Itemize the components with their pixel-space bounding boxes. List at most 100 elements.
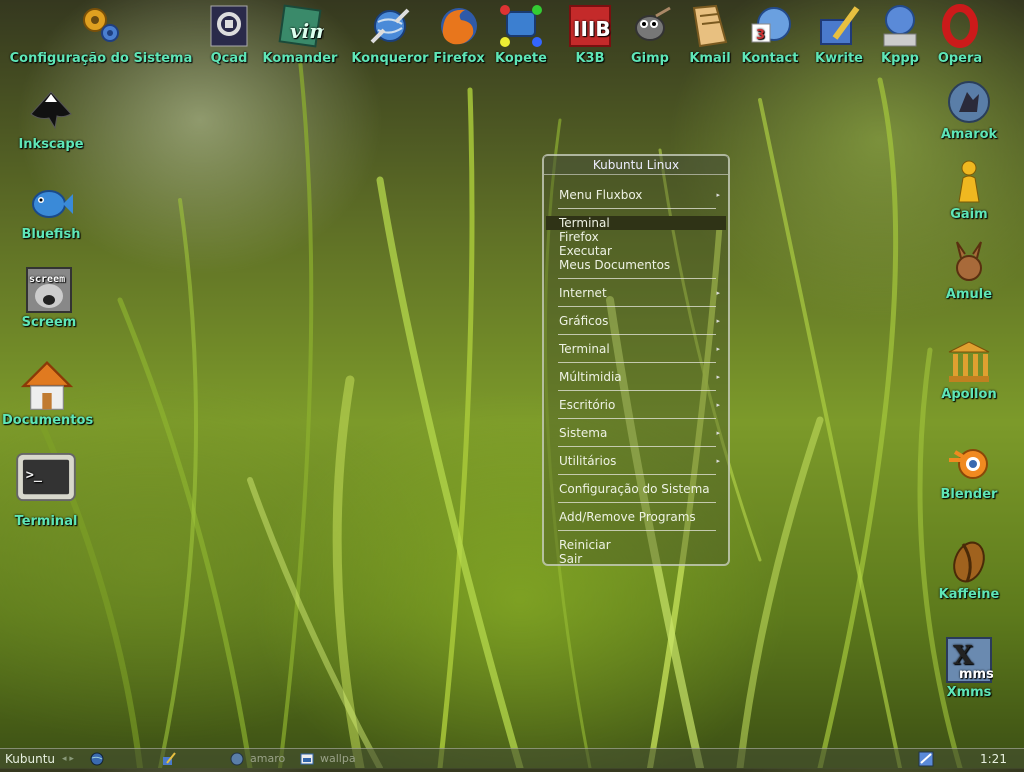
menu-item-sistema[interactable]: Sistema ▸ — [559, 426, 724, 440]
menu-separator — [558, 334, 716, 335]
kwrite-task-icon[interactable] — [162, 750, 176, 768]
desktop-icon-label: Kwrite — [815, 51, 863, 66]
amarok-icon — [948, 81, 990, 123]
desktop-icon-blender[interactable]: Blender — [936, 438, 1002, 502]
kwrite-icon — [820, 6, 860, 45]
desktop-icon-label: Gimp — [631, 51, 669, 66]
svg-text:>_: >_ — [26, 468, 43, 483]
menu-item-label: Utilitários — [559, 454, 617, 468]
globe-icon[interactable] — [90, 750, 104, 768]
desktop-icon-gaim[interactable]: Gaim — [936, 158, 1002, 222]
desktop-icon-kppp[interactable]: Kppp — [874, 2, 926, 66]
svg-text:3: 3 — [756, 28, 765, 43]
menu-separator — [558, 446, 716, 447]
apollon-icon — [948, 341, 990, 382]
submenu-arrow-icon: ▸ — [716, 401, 720, 409]
desktop-icon-kopete[interactable]: Kopete — [492, 2, 550, 66]
menu-separator — [558, 530, 716, 531]
desktop-icon-bluefish[interactable]: Bluefish — [6, 178, 96, 242]
desktop-icon-gimp[interactable]: Gimp — [622, 2, 678, 66]
desktop-icon-label: Blender — [940, 487, 998, 502]
menu-separator — [558, 306, 716, 307]
desktop-icon-amule[interactable]: Amule — [936, 238, 1002, 302]
desktop-icon-k3b[interactable]: IIIB K3B — [562, 2, 618, 66]
submenu-arrow-icon: ▸ — [716, 457, 720, 465]
menu-item-label: Sair — [559, 552, 583, 566]
desktop-icon-konqueror[interactable]: Konqueror — [350, 2, 430, 66]
desktop-icon-label: Xmms — [946, 685, 992, 700]
menu-item-label: Sistema — [559, 426, 608, 440]
menu-item-menu-fluxbox[interactable]: Menu Fluxbox ▸ — [559, 188, 724, 202]
desktop-icon-label: Opera — [937, 51, 983, 66]
menu-item-label: Internet — [559, 286, 607, 300]
menu-item-sair[interactable]: Sair — [559, 552, 724, 566]
desktop-icon-label: Terminal — [14, 514, 78, 529]
desktop-icon-kontact[interactable]: 3 Kontact — [740, 2, 800, 66]
image-task-icon[interactable] — [300, 750, 314, 768]
task-wallpaper[interactable]: wallpa — [320, 750, 356, 768]
menu-item-terminal[interactable]: Terminal — [546, 216, 726, 230]
menu-item-executar[interactable]: Executar — [559, 244, 724, 258]
menu-item-label: Add/Remove Programs — [559, 510, 696, 524]
systray-kppp-icon[interactable] — [918, 750, 934, 768]
desktop-icon-documentos[interactable]: Documentos — [2, 358, 93, 428]
desktop-icon-qcad[interactable]: Qcad — [204, 2, 254, 66]
menu-item-escritorio[interactable]: Escritório ▸ — [559, 398, 724, 412]
menu-item-multimidia[interactable]: Múltimidia ▸ — [559, 370, 724, 384]
desktop-icon-screem[interactable]: screem Screem — [6, 266, 92, 330]
desktop-icon-label: Konqueror — [351, 51, 429, 66]
amarok-task-icon[interactable] — [230, 750, 244, 768]
workspace-name[interactable]: Kubuntu — [5, 750, 55, 768]
desktop-icon-xmms[interactable]: X mms Xmms — [936, 636, 1002, 700]
configuracao-icon — [83, 8, 119, 42]
menu-item-firefox[interactable]: Firefox — [559, 230, 724, 244]
task-amarok[interactable]: amaro — [250, 750, 285, 768]
documentos-icon — [20, 361, 74, 410]
desktop-icon-kaffeine[interactable]: Kaffeine — [936, 538, 1002, 602]
amule-icon — [956, 241, 982, 281]
menu-separator — [558, 502, 716, 503]
svg-text:IIIB: IIIB — [573, 17, 611, 41]
menu-item-graficos[interactable]: Gráficos ▸ — [559, 314, 724, 328]
k3b-icon: IIIB — [569, 5, 611, 47]
desktop-icon-apollon[interactable]: Apollon — [936, 338, 1002, 402]
opera-icon — [942, 4, 978, 48]
menu-item-configuracao-do-sistema[interactable]: Configuração do Sistema — [559, 482, 724, 496]
menu-item-add-remove-programs[interactable]: Add/Remove Programs — [559, 510, 724, 524]
menu-item-label: Executar — [559, 244, 612, 258]
workspace-arrows[interactable]: ◂ ▸ — [62, 750, 74, 768]
desktop-icon-terminal[interactable]: >_ Terminal — [6, 452, 86, 529]
desktop-icon-label: Bluefish — [21, 227, 81, 242]
komander-icon: vim — [278, 4, 324, 48]
desktop-icon-opera[interactable]: Opera — [932, 2, 988, 66]
kopete-icon — [500, 5, 542, 47]
desktop-icon-inkscape[interactable]: Inkscape — [6, 88, 96, 152]
menu-item-label: Múltimidia — [559, 370, 622, 384]
menu-item-meus-documentos[interactable]: Meus Documentos — [559, 258, 724, 272]
desktop-icon-label: Kontact — [741, 51, 799, 66]
menu-item-label: Terminal — [559, 216, 610, 230]
terminal-icon: >_ — [16, 452, 76, 502]
desktop-icon-label: K3B — [575, 51, 605, 66]
kaffeine-icon — [953, 541, 985, 583]
svg-text:screem: screem — [29, 274, 65, 285]
desktop-icon-label: Amule — [945, 287, 993, 302]
submenu-arrow-icon: ▸ — [716, 289, 720, 297]
desktop-icon-amarok[interactable]: Amarok — [936, 78, 1002, 142]
qcad-icon — [210, 5, 248, 47]
desktop-icon-kwrite[interactable]: Kwrite — [810, 2, 868, 66]
desktop-icon-komander[interactable]: vim Komander — [262, 2, 338, 66]
desktop-icon-kmail[interactable]: Kmail — [684, 2, 736, 66]
desktop-icon-firefox[interactable]: Firefox — [432, 2, 486, 66]
menu-item-utilitarios[interactable]: Utilitários ▸ — [559, 454, 724, 468]
desktop-icon-configuracao[interactable]: Configuração do Sistema — [6, 2, 196, 66]
menu-separator — [558, 362, 716, 363]
menu-item-internet[interactable]: Internet ▸ — [559, 286, 724, 300]
gimp-icon — [635, 6, 671, 41]
menu-separator — [558, 390, 716, 391]
menu-item-label: Reiniciar — [559, 538, 611, 552]
menu-item-reiniciar[interactable]: Reiniciar — [559, 538, 724, 552]
menu-item-terminal-submenu[interactable]: Terminal ▸ — [559, 342, 724, 356]
firefox-icon — [441, 8, 477, 45]
menu-item-label: Menu Fluxbox — [559, 188, 643, 202]
